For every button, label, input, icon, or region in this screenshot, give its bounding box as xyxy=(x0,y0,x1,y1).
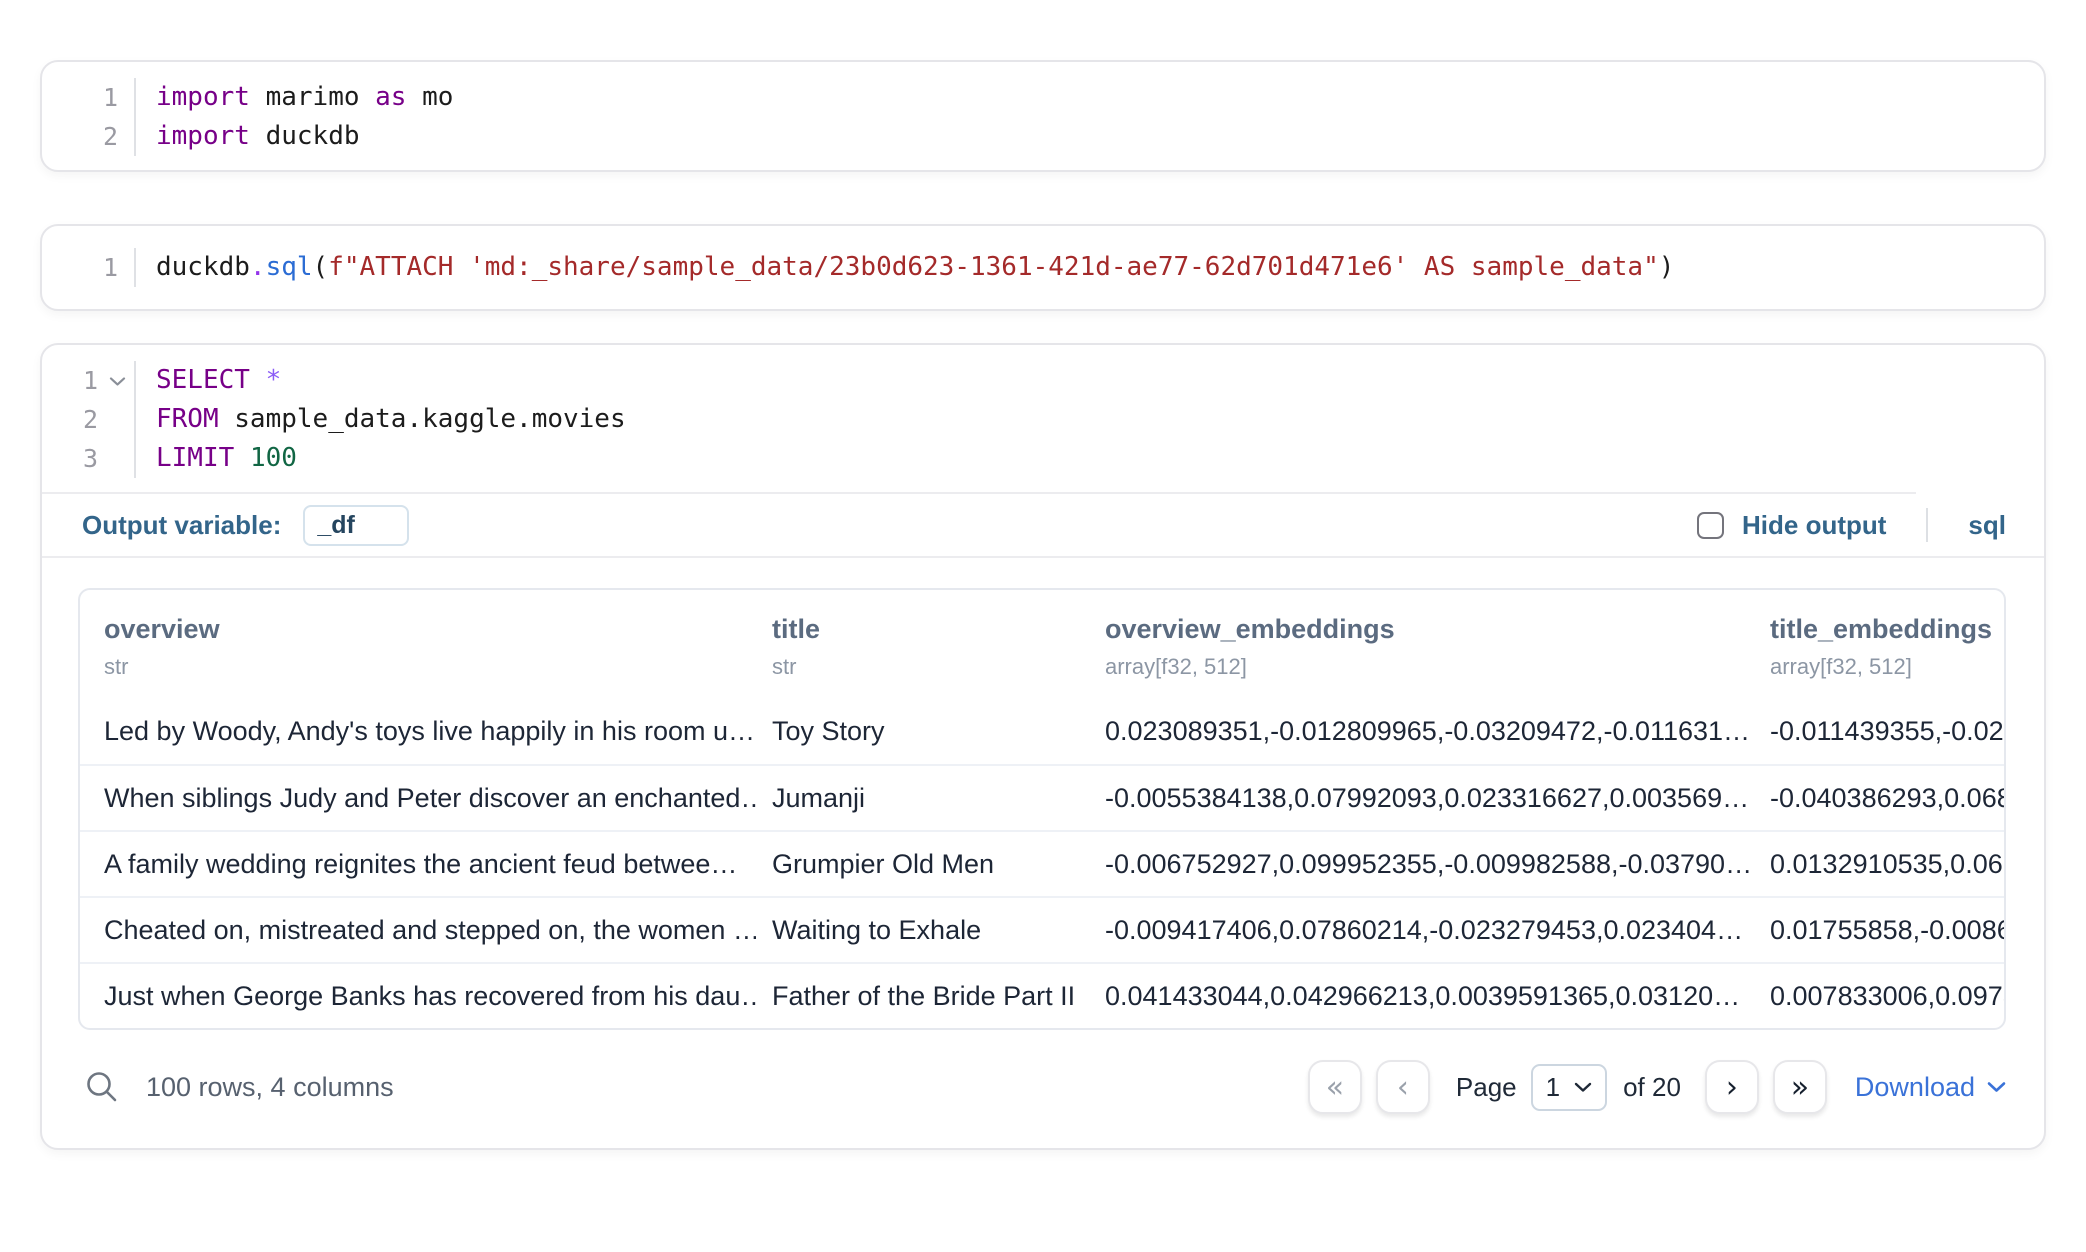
code-text: import duckdb xyxy=(134,117,2044,156)
output-variable-bar: Output variable: Hide output sql xyxy=(42,494,2044,556)
line-number: 1 xyxy=(42,78,134,117)
table-row[interactable]: Cheated on, mistreated and stepped on, t… xyxy=(80,896,2004,962)
row-count-summary: 100 rows, 4 columns xyxy=(146,1072,394,1103)
code-cell-imports: 1import marimo as mo2import duckdb xyxy=(40,60,2046,172)
table-row[interactable]: A family wedding reignites the ancient f… xyxy=(80,830,2004,896)
code-editor[interactable]: 1duckdb.sql(f"ATTACH 'md:_share/sample_d… xyxy=(42,226,2044,309)
code-line: 1import marimo as mo xyxy=(42,78,2044,117)
code-cell-attach: 1duckdb.sql(f"ATTACH 'md:_share/sample_d… xyxy=(40,224,2046,311)
fold-chevron-icon[interactable] xyxy=(109,377,126,388)
hide-output-label: Hide output xyxy=(1742,510,1886,541)
table-cell: -0.009417406,0.07860214,-0.023279453,0.0… xyxy=(1089,915,1754,946)
sql-cell-card: 1SELECT *2FROM sample_data.kaggle.movies… xyxy=(40,343,2046,1150)
table-cell: Toy Story xyxy=(756,716,1089,747)
search-icon[interactable] xyxy=(84,1069,120,1105)
table-column-header[interactable]: overview_embeddings array[f32, 512] xyxy=(1089,614,1754,680)
table-cell: Just when George Banks has recovered fro… xyxy=(80,981,756,1012)
table-cell: Led by Woody, Andy's toys live happily i… xyxy=(80,716,756,747)
code-line: 1SELECT * xyxy=(42,361,2044,400)
table-body: Led by Woody, Andy's toys live happily i… xyxy=(80,698,2004,1028)
column-type: str xyxy=(104,654,756,680)
column-name: title_embeddings xyxy=(1770,614,2004,645)
line-number: 2 xyxy=(42,117,134,156)
page-total-label: of 20 xyxy=(1623,1072,1681,1103)
column-type: array[f32, 512] xyxy=(1770,654,2004,680)
column-name: title xyxy=(772,614,1089,645)
prev-page-button[interactable]: ‹ xyxy=(1376,1060,1430,1114)
code-line: 3LIMIT 100 xyxy=(42,439,2044,478)
column-type: str xyxy=(772,654,1089,680)
table-cell: -0.0055384138,0.07992093,0.023316627,0.0… xyxy=(1089,783,1754,814)
line-number: 2 xyxy=(42,400,134,439)
code-text: duckdb.sql(f"ATTACH 'md:_share/sample_da… xyxy=(134,248,2044,287)
column-name: overview_embeddings xyxy=(1105,614,1754,645)
language-toggle-sql[interactable]: sql xyxy=(1968,510,2006,541)
code-text: import marimo as mo xyxy=(134,78,2044,117)
table-cell: 0.007833006,0.097801 xyxy=(1754,981,2004,1012)
table-row[interactable]: Led by Woody, Andy's toys live happily i… xyxy=(80,698,2004,764)
table-column-header[interactable]: title_embeddings array[f32, 512] xyxy=(1754,614,2004,680)
table-cell: Jumanji xyxy=(756,783,1089,814)
output-divider xyxy=(42,556,2044,558)
table-footer: 100 rows, 4 columns « ‹ Page 1 of 20 › »… xyxy=(42,1030,2044,1148)
table-cell: When siblings Judy and Peter discover an… xyxy=(80,783,756,814)
code-text: LIMIT 100 xyxy=(134,439,2044,478)
code-editor[interactable]: 1import marimo as mo2import duckdb xyxy=(42,62,2044,170)
code-text: FROM sample_data.kaggle.movies xyxy=(134,400,2044,439)
table-cell: 0.01755858,-0.0086286 xyxy=(1754,915,2004,946)
code-line: 1duckdb.sql(f"ATTACH 'md:_share/sample_d… xyxy=(42,248,2044,287)
last-page-button[interactable]: » xyxy=(1773,1060,1827,1114)
table-cell: Grumpier Old Men xyxy=(756,849,1089,880)
output-variable-input[interactable] xyxy=(303,505,409,546)
download-label: Download xyxy=(1855,1072,1975,1103)
table-cell: 0.023089351,-0.012809965,-0.03209472,-0.… xyxy=(1089,716,1754,747)
code-line: 2FROM sample_data.kaggle.movies xyxy=(42,400,2044,439)
next-page-button[interactable]: › xyxy=(1705,1060,1759,1114)
table-cell: -0.040386293,0.06845 xyxy=(1754,783,2004,814)
divider xyxy=(1926,508,1928,542)
table-row[interactable]: When siblings Judy and Peter discover an… xyxy=(80,764,2004,830)
line-number: 1 xyxy=(42,248,134,287)
first-page-button[interactable]: « xyxy=(1308,1060,1362,1114)
code-editor[interactable]: 1SELECT *2FROM sample_data.kaggle.movies… xyxy=(42,345,2044,492)
page-label: Page xyxy=(1456,1072,1517,1103)
table-cell: A family wedding reignites the ancient f… xyxy=(80,849,756,880)
table-cell: Waiting to Exhale xyxy=(756,915,1089,946)
line-number: 3 xyxy=(42,439,134,478)
column-type: array[f32, 512] xyxy=(1105,654,1754,680)
chevron-down-icon xyxy=(1987,1081,2006,1093)
table-cell: 0.041433044,0.042966213,0.0039591365,0.0… xyxy=(1089,981,1754,1012)
table-cell: 0.0132910535,0.06958 xyxy=(1754,849,2004,880)
table-cell: Cheated on, mistreated and stepped on, t… xyxy=(80,915,756,946)
table-column-header[interactable]: title str xyxy=(756,614,1089,680)
table-cell: -0.011439355,-0.02752 xyxy=(1754,716,2004,747)
code-line: 2import duckdb xyxy=(42,117,2044,156)
table-column-header[interactable]: overview str xyxy=(80,614,756,680)
table-cell: -0.006752927,0.099952355,-0.009982588,-0… xyxy=(1089,849,1754,880)
results-table: overview str title str overview_embeddingsar… xyxy=(78,588,2006,1030)
line-number: 1 xyxy=(42,361,134,400)
download-button[interactable]: Download xyxy=(1855,1072,2006,1103)
chevron-down-icon xyxy=(1574,1082,1592,1093)
table-header-row: overview str title str overview_embeddingsar… xyxy=(80,590,2004,698)
table-row[interactable]: Just when George Banks has recovered fro… xyxy=(80,962,2004,1028)
column-name: overview xyxy=(104,614,756,645)
output-variable-label: Output variable: xyxy=(82,510,281,541)
table-cell: Father of the Bride Part II xyxy=(756,981,1089,1012)
code-text: SELECT * xyxy=(134,361,2044,400)
hide-output-checkbox[interactable] xyxy=(1697,512,1724,539)
page-number-select[interactable]: 1 xyxy=(1531,1064,1607,1111)
page-number-value: 1 xyxy=(1546,1072,1560,1103)
